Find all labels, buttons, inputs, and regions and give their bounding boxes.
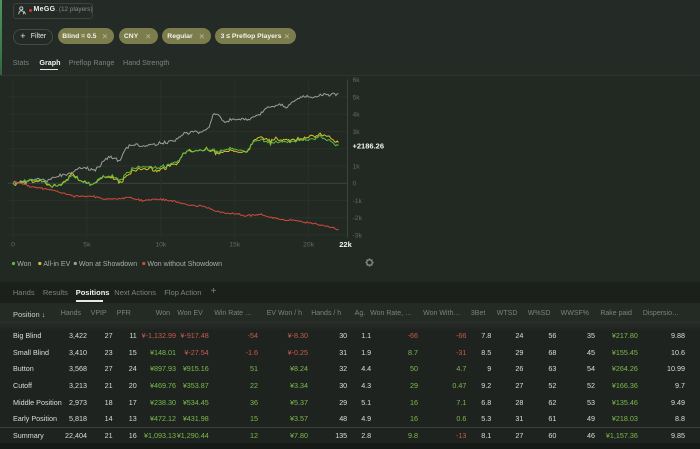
svg-text:+2186.26: +2186.26: [353, 141, 385, 150]
svg-text:0: 0: [11, 242, 15, 249]
svg-text:-3k: -3k: [353, 232, 363, 239]
svg-text:15k: 15k: [229, 242, 241, 249]
svg-text:6k: 6k: [353, 77, 361, 84]
svg-text:5k: 5k: [353, 94, 361, 101]
svg-text:Won: Won: [17, 261, 31, 268]
svg-text:4k: 4k: [353, 112, 361, 119]
svg-text:1k: 1k: [353, 163, 361, 170]
svg-text:All-in EV: All-in EV: [43, 261, 70, 268]
svg-text:10k: 10k: [155, 242, 167, 249]
svg-text:Won at Showdown: Won at Showdown: [79, 261, 137, 268]
svg-text:-1k: -1k: [353, 198, 363, 205]
svg-text:0: 0: [353, 181, 357, 188]
svg-text:3k: 3k: [353, 129, 361, 136]
svg-text:5k: 5k: [83, 242, 91, 249]
svg-text:22k: 22k: [339, 240, 352, 249]
svg-text:Won without Showdown: Won without Showdown: [147, 261, 222, 268]
svg-text:20k: 20k: [303, 242, 315, 249]
svg-text:-2k: -2k: [353, 215, 363, 222]
